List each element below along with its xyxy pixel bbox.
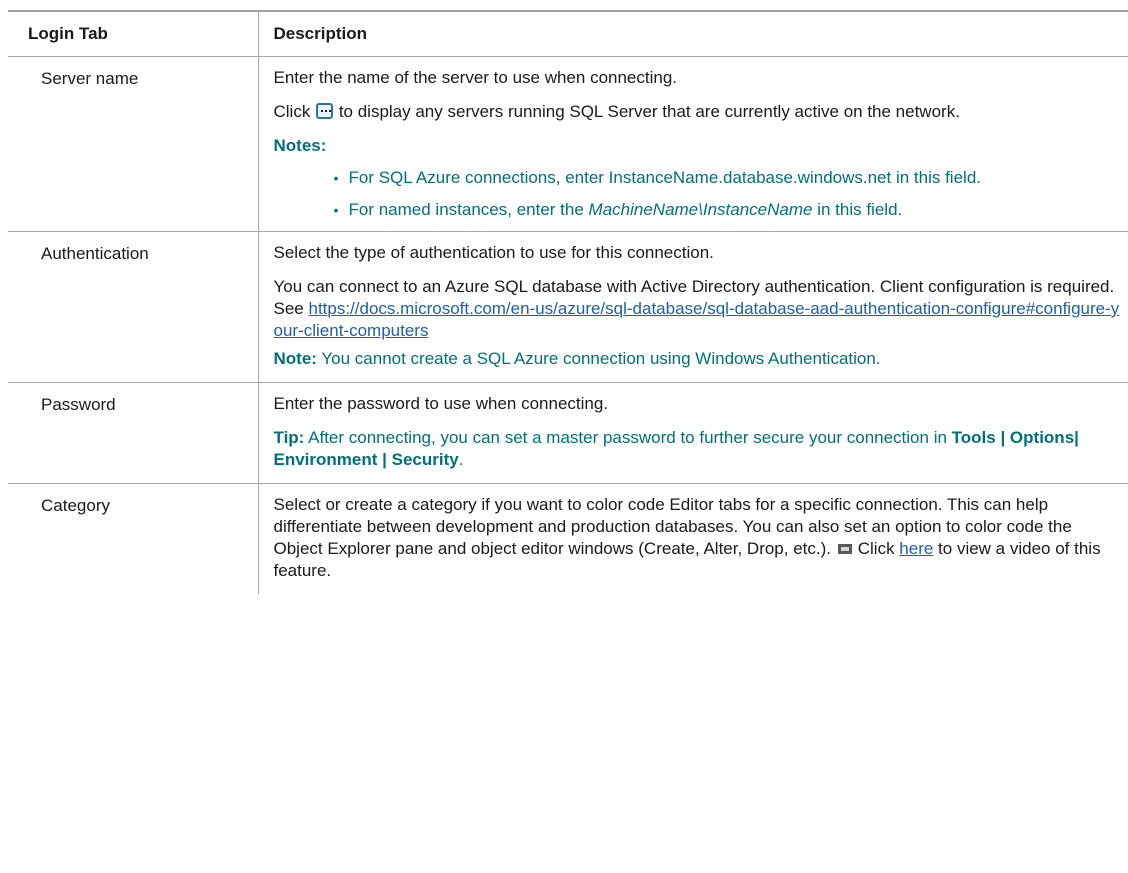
description-text: Select the type of authentication to use… — [273, 243, 714, 262]
description-text: Enter the password to use when connectin… — [273, 394, 609, 413]
note-paragraph: Note: You cannot create a SQL Azure conn… — [274, 348, 1121, 370]
note-item: For SQL Azure connections, enter Instanc… — [334, 167, 1121, 189]
header-login-tab: Login Tab — [28, 24, 108, 43]
notes-label: Notes: — [273, 136, 327, 155]
login-tab-table: Login Tab Description Server name Enter … — [8, 10, 1128, 594]
header-description: Description — [257, 11, 1128, 57]
row-label: Authentication — [41, 244, 149, 263]
row-label: Password — [41, 395, 116, 414]
description-text: You can connect to an Azure SQL database… — [274, 276, 1121, 342]
row-description: Select or create a category if you want … — [257, 483, 1128, 594]
note-italic: MachineName\InstanceName — [588, 200, 813, 219]
video-icon — [837, 544, 852, 554]
tip-paragraph: Tip: After connecting, you can set a mas… — [274, 427, 1121, 471]
row-description: Select the type of authentication to use… — [257, 231, 1128, 383]
click-prefix: Click — [273, 102, 311, 121]
table-row-authentication: Authentication Select the type of authen… — [8, 231, 1128, 383]
table-row-category: Category Select or create a category if … — [8, 483, 1128, 594]
table-row-server-name: Server name Enter the name of the server… — [8, 56, 1128, 232]
note-item: For named instances, enter the MachineNa… — [334, 199, 1121, 221]
video-prefix: Click — [857, 539, 900, 558]
description-text: Enter the name of the server to use when… — [273, 68, 678, 87]
note-text: in this field. — [812, 200, 903, 219]
description-text: Select or create a category if you want … — [274, 494, 1121, 582]
notes-list: For SQL Azure connections, enter Instanc… — [274, 167, 1121, 221]
row-label: Category — [41, 496, 110, 515]
row-description: Enter the name of the server to use when… — [257, 56, 1128, 232]
azure-docs-link[interactable]: https://docs.microsoft.com/en-us/azure/s… — [274, 299, 1120, 340]
tip-end: . — [458, 450, 464, 469]
table-header-row: Login Tab Description — [8, 11, 1128, 57]
ellipsis-button-icon[interactable] — [316, 103, 334, 119]
note-text: For named instances, enter the — [348, 200, 589, 219]
note-text: You cannot create a SQL Azure connection… — [316, 349, 881, 368]
click-suffix: to display any servers running SQL Serve… — [338, 102, 960, 121]
video-link[interactable]: here — [899, 539, 933, 558]
table-row-password: Password Enter the password to use when … — [8, 382, 1128, 484]
row-label: Server name — [41, 69, 139, 88]
note-label: Note: — [273, 349, 317, 368]
description-text: Click to display any servers running SQL… — [274, 101, 1121, 123]
tip-text: After connecting, you can set a master p… — [304, 428, 952, 447]
tip-label: Tip: — [273, 428, 305, 447]
row-description: Enter the password to use when connectin… — [257, 382, 1128, 484]
